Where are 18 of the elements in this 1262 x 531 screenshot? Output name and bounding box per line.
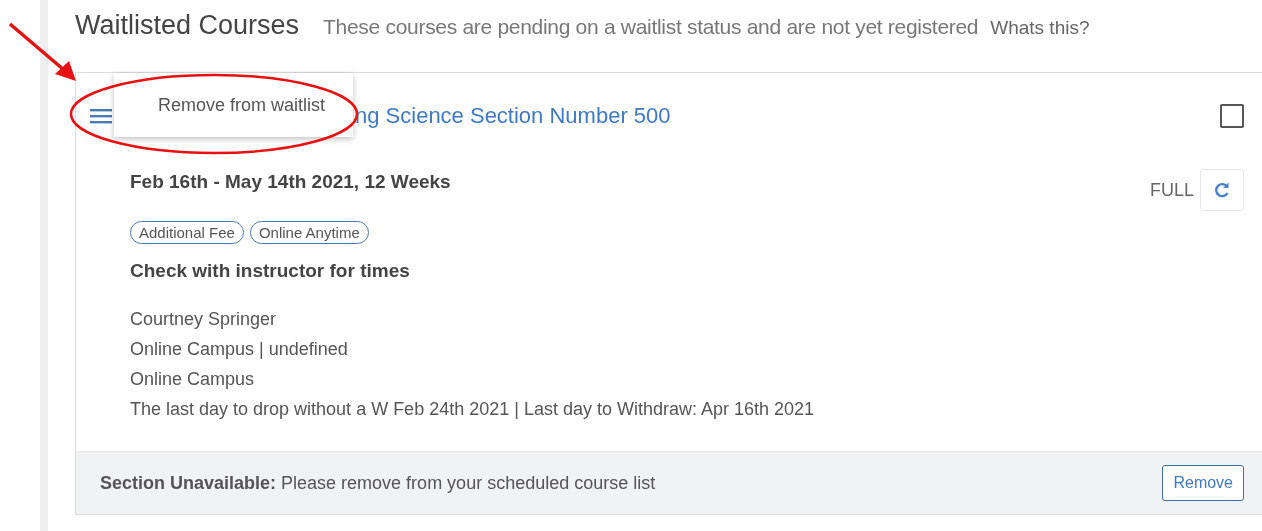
refresh-icon — [1213, 181, 1231, 199]
detail-line: Courtney Springer — [130, 308, 278, 331]
course-title-link[interactable]: ng Science Section Number 500 — [355, 103, 671, 129]
detail-line: Online Campus — [130, 368, 256, 391]
notice-text: Section Unavailable: Please remove from your scheduled course list — [100, 472, 657, 494]
detail-line: The last day to drop without a W Feb 24th 2021 | Last day to Withdraw: Apr 16th 2021 — [130, 398, 816, 421]
menu-icon[interactable] — [90, 108, 112, 124]
section-title: Waitlisted Courses — [75, 10, 300, 41]
help-link[interactable]: Whats this? — [990, 17, 1090, 39]
schedule-text: Check with instructor for times — [129, 260, 411, 282]
status-label: FULL — [1150, 179, 1194, 201]
detail-line: Online Campus | undefined — [130, 338, 349, 361]
refresh-button[interactable] — [1200, 169, 1244, 211]
remove-button[interactable]: Remove — [1162, 465, 1244, 501]
menu-item[interactable]: Remove from waitlist — [158, 94, 326, 116]
section-description: These courses are pending on a waitlist status and are not yet registered — [323, 15, 979, 39]
course-dates: Feb 16th - May 14th 2021, 12 Weeks — [130, 171, 451, 193]
select-checkbox[interactable] — [1220, 104, 1244, 128]
